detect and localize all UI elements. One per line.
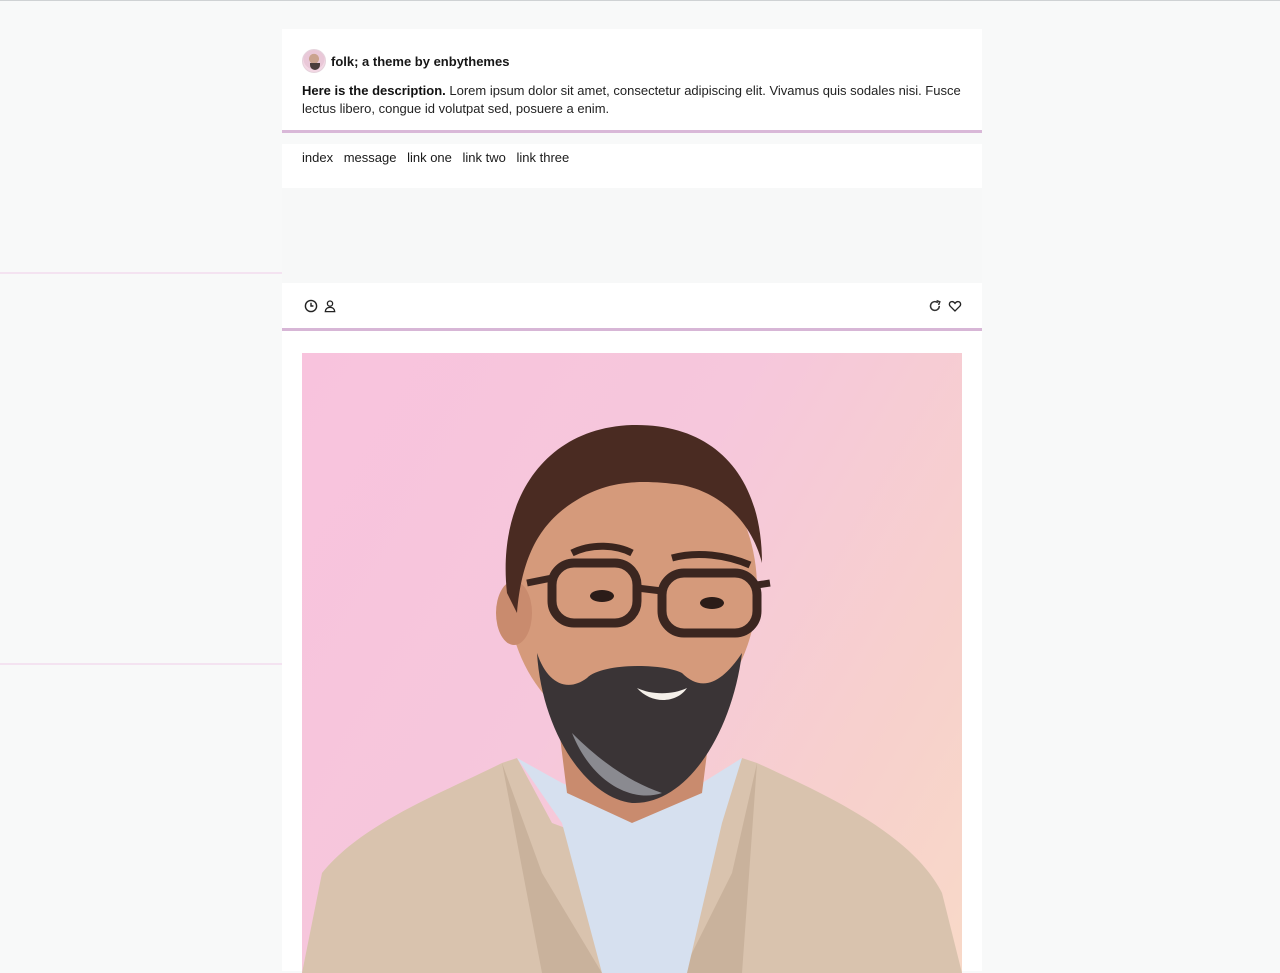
nav-link-two[interactable]: link two [463,150,506,165]
spacer [282,188,982,283]
post-photo[interactable] [302,353,962,973]
portrait-illustration [302,424,962,973]
blog-title[interactable]: folk; a theme by enbythemes [331,54,509,69]
nav-link-index[interactable]: index [302,150,333,165]
nav-link-three[interactable]: link three [517,150,570,165]
reblog-icon[interactable] [928,299,942,313]
avatar[interactable] [302,49,326,73]
description-bold: Here is the description. [302,83,446,98]
user-icon[interactable] [323,299,337,313]
post-meta-left [304,299,337,313]
top-border [0,0,1280,1]
blog-header: folk; a theme by enbythemes Here is the … [282,29,982,133]
post-meta-bar [282,283,982,331]
theme-column: folk; a theme by enbythemes Here is the … [282,29,982,973]
heart-icon[interactable] [948,299,962,313]
post-meta-right [928,299,962,313]
clock-icon[interactable] [304,299,318,313]
nav-link-one[interactable]: link one [407,150,452,165]
blog-description: Here is the description. Lorem ipsum dol… [302,82,962,118]
nav-links: index message link one link two link thr… [282,144,982,188]
nav-link-message[interactable]: message [344,150,397,165]
title-row: folk; a theme by enbythemes [302,49,962,73]
post-body [282,331,982,973]
